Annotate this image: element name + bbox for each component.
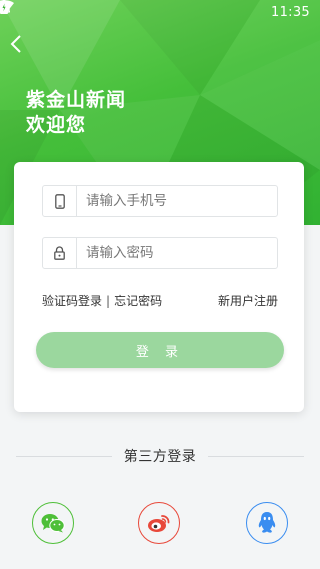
status-time: 11:35 bbox=[271, 4, 310, 20]
wechat-login-button[interactable] bbox=[32, 502, 74, 544]
back-arrow-icon bbox=[10, 35, 21, 53]
welcome-title: 紫金山新闻 bbox=[26, 89, 127, 111]
divider-left bbox=[15, 455, 112, 457]
mobile-phone-icon bbox=[43, 186, 77, 216]
qq-login-button[interactable] bbox=[246, 502, 288, 544]
qq-icon bbox=[258, 512, 276, 533]
weibo-icon bbox=[148, 515, 170, 532]
welcome-heading: 紫金山新闻 欢迎您 bbox=[26, 88, 126, 138]
phone-input[interactable] bbox=[77, 186, 277, 216]
status-bar: 11:35 bbox=[0, 0, 320, 24]
back-button[interactable] bbox=[10, 34, 32, 60]
third-party-title-row: 第三方登录 bbox=[0, 446, 320, 466]
password-field[interactable] bbox=[42, 237, 278, 269]
lock-icon bbox=[43, 238, 77, 268]
login-card: 验证码登录 | 忘记密码 新用户注册 登 录 bbox=[14, 162, 304, 412]
password-input[interactable] bbox=[77, 238, 277, 268]
register-link[interactable]: 新用户注册 bbox=[218, 292, 278, 309]
divider-right bbox=[208, 455, 305, 457]
forgot-password-link[interactable]: 忘记密码 bbox=[114, 292, 162, 309]
login-button[interactable]: 登 录 bbox=[36, 332, 284, 368]
phone-field[interactable] bbox=[42, 185, 278, 217]
login-links: 验证码登录 | 忘记密码 新用户注册 bbox=[42, 292, 278, 309]
weibo-login-button[interactable] bbox=[138, 502, 180, 544]
third-party-title: 第三方登录 bbox=[123, 449, 197, 465]
wechat-icon bbox=[41, 514, 65, 533]
welcome-subtitle: 欢迎您 bbox=[26, 114, 87, 136]
sms-login-link[interactable]: 验证码登录 bbox=[42, 292, 102, 309]
link-separator: | bbox=[106, 293, 111, 308]
